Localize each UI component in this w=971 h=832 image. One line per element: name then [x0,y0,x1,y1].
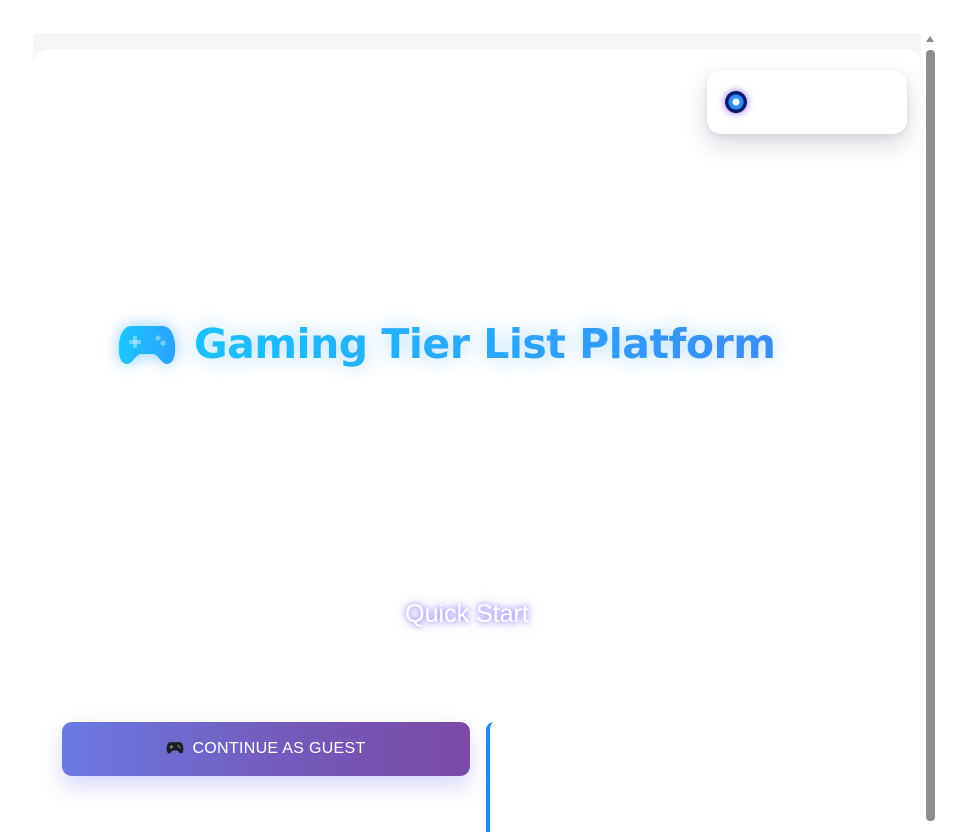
scrollbar-thumb[interactable] [926,50,935,821]
page-title: Gaming Tier List Platform [118,312,818,376]
status-popup [707,70,907,134]
gamepad-icon [166,739,184,759]
continue-as-guest-label: CONTINUE AS GUEST [192,740,366,757]
main-card [33,49,921,821]
continue-as-guest-button[interactable]: CONTINUE AS GUEST [62,722,470,776]
gamepad-icon [118,322,176,366]
loading-spinner-icon [721,87,751,117]
app-viewport [33,33,921,821]
page-title-text: Gaming Tier List Platform [194,320,776,368]
quick-start-side-panel [486,722,910,832]
scroll-up-arrow-icon[interactable] [926,36,934,42]
quick-start-heading: Quick Start [405,600,529,628]
